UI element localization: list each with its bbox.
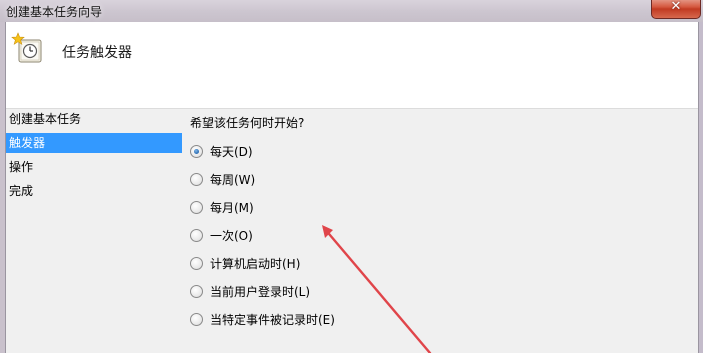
radio-at-logon[interactable] <box>190 284 203 298</box>
option-once-label[interactable]: 一次(O) <box>210 227 253 244</box>
option-weekly[interactable]: 每周(W) <box>190 170 255 188</box>
close-icon: ✕ <box>670 0 682 14</box>
option-at-logon-label[interactable]: 当前用户登录时(L) <box>210 283 310 300</box>
page-title: 任务触发器 <box>62 45 132 61</box>
title-bar[interactable]: 创建基本任务向导 ✕ <box>0 0 703 22</box>
radio-once[interactable] <box>190 228 203 242</box>
option-daily-label[interactable]: 每天(D) <box>210 143 253 160</box>
option-daily[interactable]: 每天(D) <box>190 142 253 160</box>
close-button[interactable]: ✕ <box>651 0 701 19</box>
option-weekly-label[interactable]: 每周(W) <box>210 171 255 188</box>
task-clock-icon <box>11 32 42 63</box>
radio-on-event[interactable] <box>190 312 203 326</box>
option-on-event[interactable]: 当特定事件被记录时(E) <box>190 310 335 328</box>
window-title: 创建基本任务向导 <box>6 5 103 19</box>
nav-item-finish[interactable]: 完成 <box>6 181 182 201</box>
option-at-logon[interactable]: 当前用户登录时(L) <box>190 282 310 300</box>
wizard-client-area: 任务触发器 创建基本任务 触发器 操作 完成 希望该任务何时开始? 每天(D) … <box>5 22 699 353</box>
nav-item-action[interactable]: 操作 <box>6 157 182 177</box>
trigger-question: 希望该任务何时开始? <box>190 116 305 130</box>
radio-daily[interactable] <box>190 144 203 158</box>
nav-item-create-basic-task[interactable]: 创建基本任务 <box>6 109 182 129</box>
option-on-event-label[interactable]: 当特定事件被记录时(E) <box>210 311 335 328</box>
option-monthly[interactable]: 每月(M) <box>190 198 254 216</box>
option-monthly-label[interactable]: 每月(M) <box>210 199 254 216</box>
radio-monthly[interactable] <box>190 200 203 214</box>
nav-item-trigger[interactable]: 触发器 <box>6 133 182 153</box>
option-at-startup-label[interactable]: 计算机启动时(H) <box>210 255 300 272</box>
option-at-startup[interactable]: 计算机启动时(H) <box>190 254 300 272</box>
wizard-header: 任务触发器 <box>6 22 698 109</box>
radio-at-startup[interactable] <box>190 256 203 270</box>
option-once[interactable]: 一次(O) <box>190 226 253 244</box>
radio-weekly[interactable] <box>190 172 203 186</box>
